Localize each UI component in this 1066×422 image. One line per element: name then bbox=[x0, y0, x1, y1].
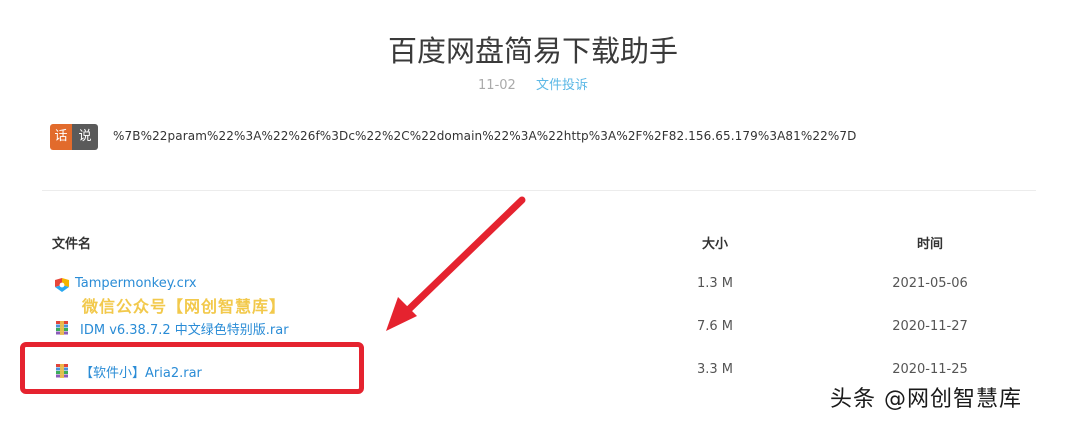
red-arrow-icon bbox=[386, 196, 526, 331]
corner-watermark: 头条 @网创智慧库 bbox=[830, 387, 1022, 412]
